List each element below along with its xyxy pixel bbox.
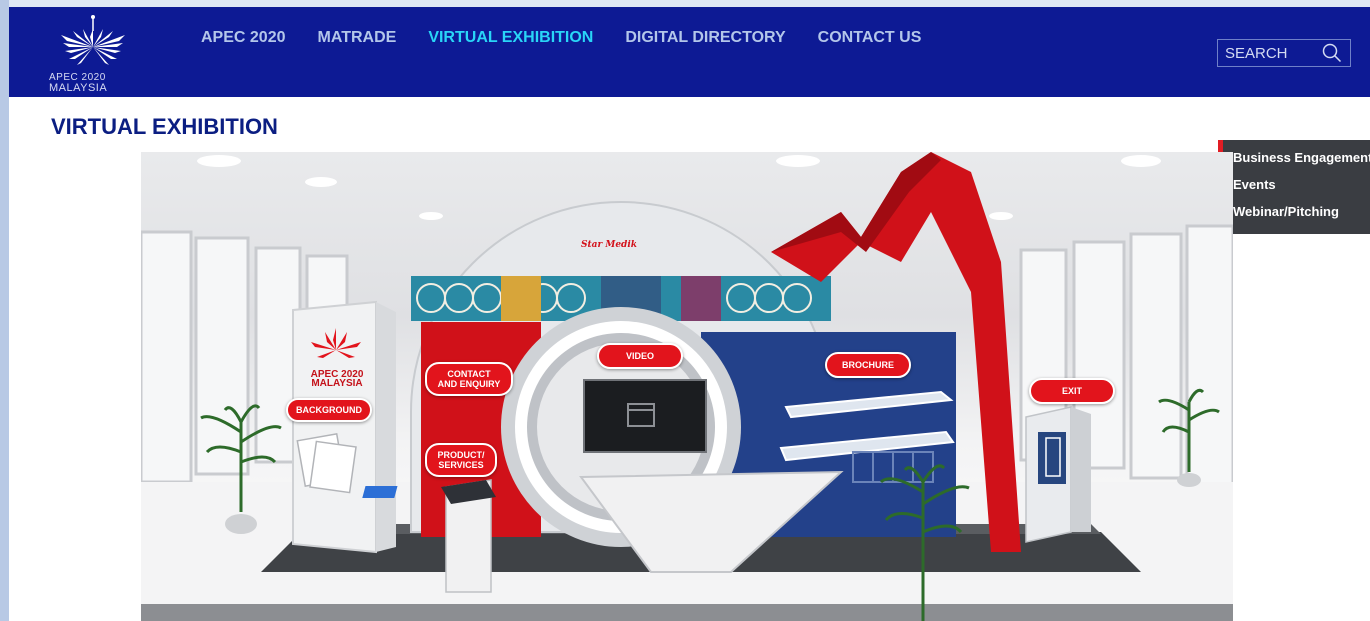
search-icon[interactable] (1322, 43, 1342, 63)
apec-flower-icon (61, 15, 125, 65)
search-box[interactable]: SEARCH (1217, 39, 1351, 67)
contact-line2: AND ENQUIRY (437, 379, 501, 389)
page-edge (0, 0, 9, 621)
hotspot-background[interactable]: BACKGROUND (286, 398, 372, 422)
site-header: APEC 2020 MALAYSIA APEC 2020 MATRADE VIR… (9, 7, 1370, 97)
hotspot-brochure[interactable]: BROCHURE (825, 352, 911, 378)
hotspot-product-services[interactable]: PRODUCT/ SERVICES (425, 443, 497, 477)
hotspot-contact-enquiry[interactable]: CONTACT AND ENQUIRY (425, 362, 513, 396)
nav-virtual-exhibition[interactable]: VIRTUAL EXHIBITION (428, 29, 593, 47)
nav-apec-2020[interactable]: APEC 2020 (201, 29, 286, 47)
nav-matrade[interactable]: MATRADE (318, 29, 397, 47)
booth-scene[interactable]: Star Medik APEC 2020 MALAYSIA BACKGROUND… (141, 152, 1233, 621)
page: APEC 2020 MALAYSIA APEC 2020 MATRADE VIR… (9, 0, 1370, 621)
side-menu: Business Engagement Events Webinar/Pitch… (1218, 140, 1370, 234)
products-line2: SERVICES (438, 460, 484, 470)
search-label: SEARCH (1225, 44, 1288, 62)
side-menu-events[interactable]: Events (1233, 178, 1370, 192)
kiosk-logo-line2: MALAYSIA (311, 378, 363, 389)
contact-line1: CONTACT (447, 369, 491, 379)
brand-logo: Star Medik (581, 240, 637, 250)
hotspot-video[interactable]: VIDEO (597, 343, 683, 369)
top-strip (9, 0, 1370, 7)
page-title: VIRTUAL EXHIBITION (51, 114, 278, 139)
main-nav: APEC 2020 MATRADE VIRTUAL EXHIBITION DIG… (201, 29, 953, 47)
nav-digital-directory[interactable]: DIGITAL DIRECTORY (625, 29, 785, 47)
logo-text-line2: MALAYSIA (49, 82, 108, 94)
side-menu-webinar-pitching[interactable]: Webinar/Pitching (1233, 205, 1370, 219)
kiosk-logo-text: APEC 2020 MALAYSIA (307, 370, 367, 389)
products-line1: PRODUCT/ (437, 450, 485, 460)
nav-contact-us[interactable]: CONTACT US (818, 29, 922, 47)
hotspot-exit[interactable]: EXIT (1029, 378, 1115, 404)
side-menu-business-engagement[interactable]: Business Engagement (1233, 151, 1370, 165)
logo-text: APEC 2020 MALAYSIA (49, 73, 139, 94)
